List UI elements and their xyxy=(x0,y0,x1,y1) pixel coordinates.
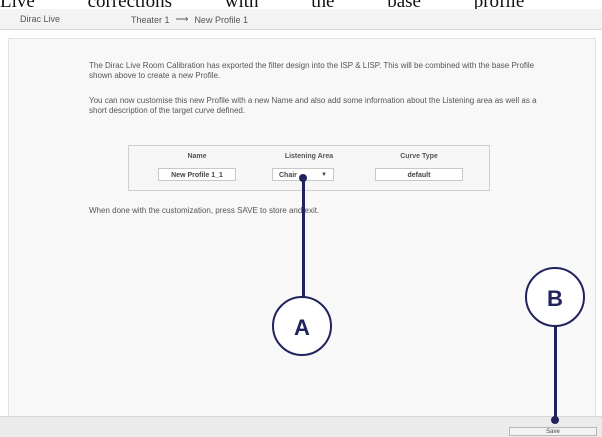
callout-b-pointer-dot xyxy=(551,416,559,424)
callout-a-leader-line xyxy=(302,178,305,298)
listening-area-value: Chair xyxy=(279,172,297,179)
save-button[interactable]: Save xyxy=(509,427,597,436)
dirac-live-window: Dirac Live Theater 1 ⟶ New Profile 1 The… xyxy=(0,0,602,437)
app-title: Dirac Live xyxy=(20,14,61,24)
callout-b-leader-line xyxy=(554,326,557,420)
save-instruction-text: When done with the customization, press … xyxy=(89,206,320,215)
listening-area-column-header: Listening Area xyxy=(284,153,334,160)
callout-a-pointer-dot xyxy=(299,174,307,182)
breadcrumb-profile: New Profile 1 xyxy=(194,14,248,25)
curve-type-input[interactable]: default xyxy=(375,168,463,181)
title-bar: Dirac Live Theater 1 ⟶ New Profile 1 xyxy=(0,9,602,30)
breadcrumb: Theater 1 ⟶ New Profile 1 xyxy=(131,14,248,25)
export-info-text: The Dirac Live Room Calibration has expo… xyxy=(89,61,535,80)
chevron-down-icon: ▼ xyxy=(321,172,327,178)
profile-name-input[interactable]: New Profile 1_1 xyxy=(158,168,236,181)
profile-details-table: Name Listening Area Curve Type New Profi… xyxy=(128,145,490,191)
name-column-header: Name xyxy=(187,153,207,160)
breadcrumb-theater: Theater 1 xyxy=(131,14,170,25)
customize-info-text: You can now customise this new Profile w… xyxy=(89,96,537,115)
callout-a-badge: A xyxy=(272,296,332,356)
callout-b-badge: B xyxy=(525,267,585,327)
arrow-right-icon: ⟶ xyxy=(175,14,189,24)
curve-type-column-header: Curve Type xyxy=(400,153,438,160)
